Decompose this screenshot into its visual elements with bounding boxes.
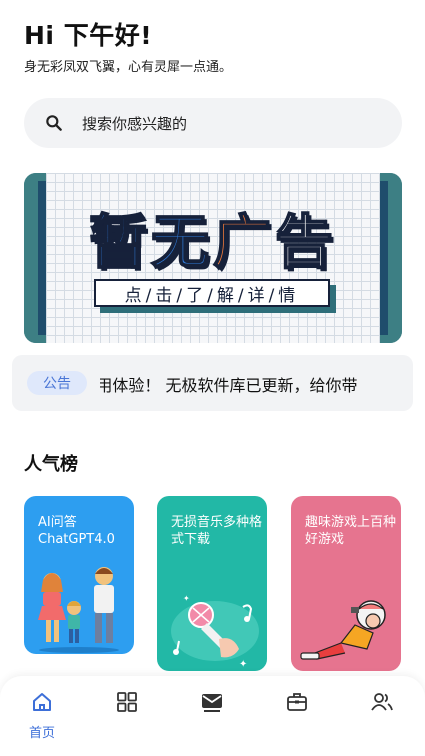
banner-title-char: 无 xyxy=(150,207,213,277)
popular-card-game[interactable]: 趣味游戏上百种好游戏 xyxy=(291,496,401,671)
notice-marquee: !用体验！ 无极软件库已更新，给你带 xyxy=(100,355,413,411)
ad-banner[interactable]: 暂无广告 点/击/了/解/详/情 xyxy=(24,173,402,343)
banner-title: 暂无广告 xyxy=(24,195,402,279)
tab-profile[interactable] xyxy=(362,690,402,750)
users-icon xyxy=(371,693,393,711)
banner-title-char: 暂 xyxy=(88,207,151,277)
popular-section-title: 人气榜 xyxy=(24,454,78,475)
card-label: 趣味游戏上百种好游戏 xyxy=(305,515,397,547)
tab-home-label: 首页 xyxy=(28,726,55,741)
tab-toolbox[interactable] xyxy=(277,690,317,750)
banner-title-char: 告 xyxy=(274,207,338,277)
microphone-illustration: ✦✦ xyxy=(171,594,259,670)
tab-home[interactable]: 首页 xyxy=(22,690,62,750)
home-icon xyxy=(33,693,51,711)
popular-card-ai[interactable]: AI问答ChatGPT4.0 xyxy=(24,496,134,654)
grid-icon xyxy=(117,692,137,712)
banner-title-char: 广 xyxy=(212,207,276,277)
search-bar[interactable]: 搜索你感兴趣的 xyxy=(24,98,402,148)
family-illustration xyxy=(38,567,119,653)
notice-text: !用体验！ 无极软件库已更新，给你带 xyxy=(100,376,358,395)
notice-bar[interactable]: 公告 !用体验！ 无极软件库已更新，给你带 xyxy=(12,355,413,411)
bottom-tab-bar: 首页 xyxy=(0,676,425,756)
svg-text:✦: ✦ xyxy=(183,594,190,603)
greeting-subtitle: 身无彩凤双飞翼，心有灵犀一点通。 xyxy=(24,60,233,75)
greeting-title: Hi 下午好! xyxy=(24,21,153,50)
tab-categories[interactable] xyxy=(107,690,147,750)
tab-messages[interactable] xyxy=(192,690,232,750)
svg-text:✦: ✦ xyxy=(239,659,247,670)
gamer-illustration xyxy=(300,600,386,660)
banner-cta-button[interactable]: 点/击/了/解/详/情 xyxy=(94,279,330,307)
notice-tag: 公告 xyxy=(27,371,87,395)
mail-icon xyxy=(202,694,222,712)
card-label: 无损音乐多种格式下载 xyxy=(171,515,263,547)
search-icon xyxy=(46,115,62,131)
toolbox-icon xyxy=(287,693,307,711)
search-placeholder: 搜索你感兴趣的 xyxy=(82,114,188,133)
popular-card-music[interactable]: 无损音乐多种格式下载 ✦ ✦ xyxy=(157,496,267,671)
card-label: AI问答ChatGPT4.0 xyxy=(38,515,115,547)
